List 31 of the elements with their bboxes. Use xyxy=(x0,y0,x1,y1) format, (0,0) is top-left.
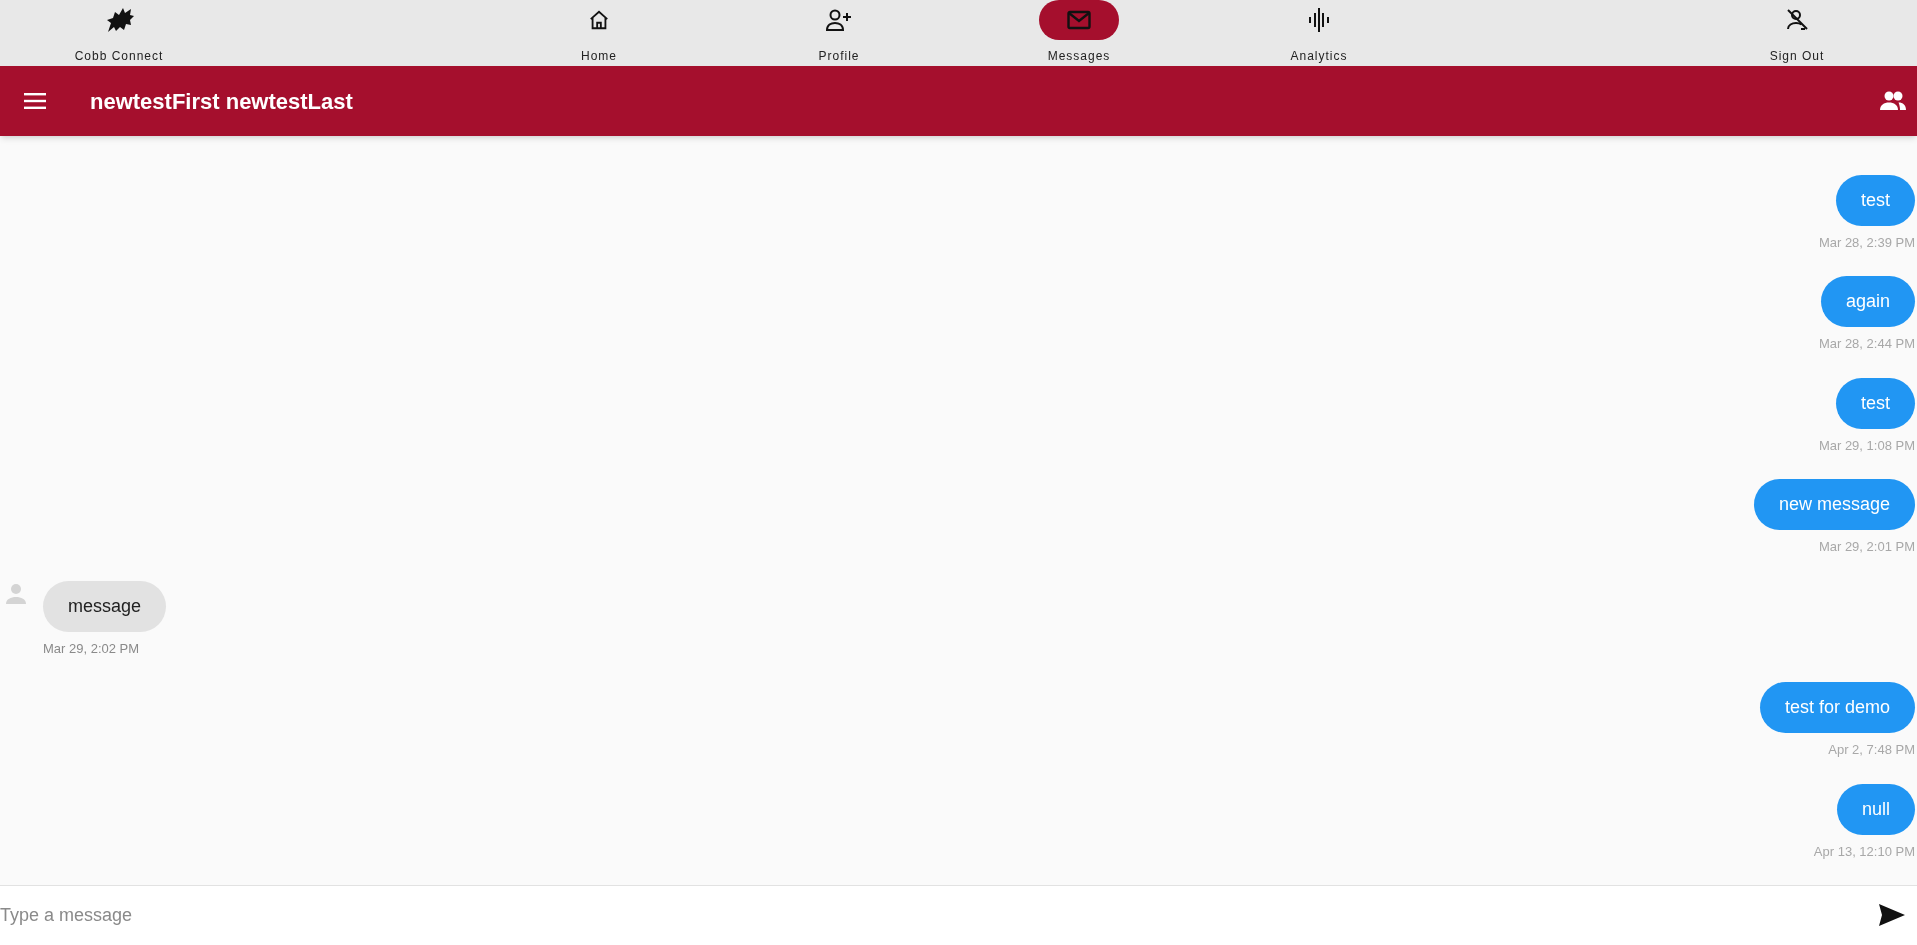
message-input[interactable]: Type a message xyxy=(0,885,1917,945)
message-time: Mar 29, 2:01 PM xyxy=(1818,538,1915,557)
message-time: Mar 29, 2:02 PM xyxy=(43,639,140,658)
menu-icon[interactable] xyxy=(24,93,46,109)
message-time: Apr 2, 7:48 PM xyxy=(1828,741,1915,760)
avatar-icon xyxy=(5,582,27,605)
add-person-icon xyxy=(825,9,853,31)
nav-tab[interactable]: Home xyxy=(581,47,617,65)
send-icon[interactable] xyxy=(1879,904,1905,926)
no-person-icon xyxy=(1785,8,1809,32)
message-time: Mar 28, 2:44 PM xyxy=(1818,335,1915,354)
nav-tab[interactable]: Profile xyxy=(818,47,860,65)
mail-icon xyxy=(1067,10,1091,30)
sound-wave-icon xyxy=(1308,7,1330,33)
sent-message-bubble: again xyxy=(1820,276,1915,328)
chat-title: newtestFirst newtestLast xyxy=(90,87,353,116)
sent-message-bubble: null xyxy=(1836,783,1915,835)
message-time: Mar 28, 2:39 PM xyxy=(1818,234,1915,252)
sent-message-bubble: test xyxy=(1836,377,1915,429)
sent-message-bubble: new message xyxy=(1753,479,1915,531)
sent-message-bubble: test for demo xyxy=(1759,682,1915,734)
nav-tab[interactable]: Analytics xyxy=(1290,47,1348,65)
people-icon[interactable] xyxy=(1879,91,1907,111)
message-time: Apr 13, 12:10 PM xyxy=(1813,842,1915,861)
nav-tab[interactable]: Sign Out xyxy=(1769,47,1825,65)
received-message-bubble: message xyxy=(43,580,167,632)
sent-message-bubble: test xyxy=(1836,175,1915,226)
home-icon xyxy=(588,9,610,31)
message-time: Mar 29, 1:08 PM xyxy=(1818,436,1915,455)
nav-tab[interactable]: Messages xyxy=(1047,47,1111,65)
nav-tab[interactable]: Cobb Connect xyxy=(74,47,164,65)
